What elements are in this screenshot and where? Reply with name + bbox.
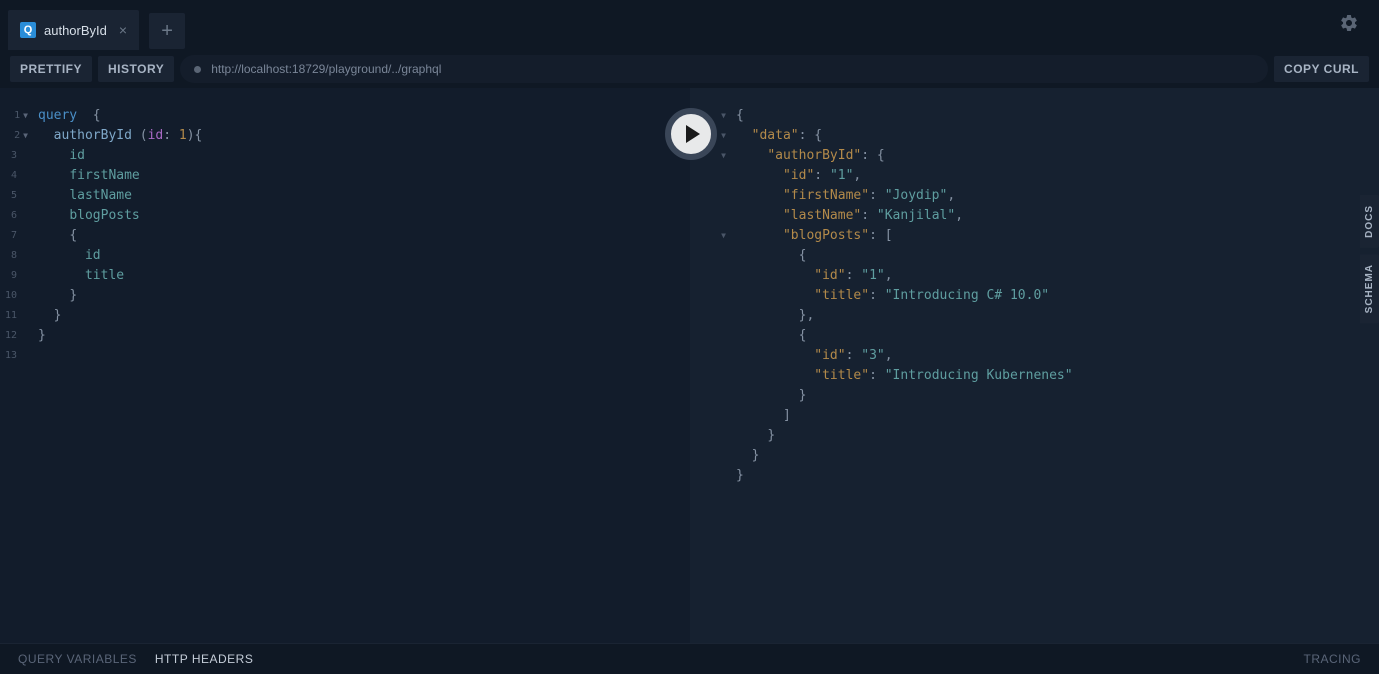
http-headers-tab[interactable]: HTTP HEADERS	[155, 652, 253, 666]
bottom-bar: QUERY VARIABLES HTTP HEADERS TRACING	[0, 643, 1379, 674]
main-area: 1▼ 2▼ 3 4 5 6 7 8 9 10 11 12 13 query { …	[0, 88, 1379, 643]
docs-tab[interactable]: DOCS	[1360, 195, 1379, 248]
query-editor[interactable]: 1▼ 2▼ 3 4 5 6 7 8 9 10 11 12 13 query { …	[0, 88, 690, 643]
url-text: http://localhost:18729/playground/../gra…	[211, 62, 441, 76]
tab-label: authorById	[44, 23, 107, 38]
url-input[interactable]: http://localhost:18729/playground/../gra…	[180, 55, 1268, 83]
side-tabs: DOCS SCHEMA	[1360, 195, 1379, 323]
schema-tab[interactable]: SCHEMA	[1360, 254, 1379, 323]
play-icon	[686, 125, 700, 143]
close-icon[interactable]: ×	[119, 22, 127, 38]
history-button[interactable]: HISTORY	[98, 56, 174, 82]
prettify-button[interactable]: PRETTIFY	[10, 56, 92, 82]
query-code[interactable]: query { authorById (id: 1){ id firstName…	[32, 106, 202, 643]
tracing-tab[interactable]: TRACING	[1304, 652, 1362, 666]
result-json: { "data": { "authorById": { "id": "1", "…	[732, 106, 1073, 643]
result-gutter: ▼ ▼ ▼ ▼	[690, 106, 732, 643]
line-gutter: 1▼ 2▼ 3 4 5 6 7 8 9 10 11 12 13	[0, 106, 32, 643]
toolbar: PRETTIFY HISTORY http://localhost:18729/…	[0, 50, 1379, 88]
top-bar: Q authorById × +	[0, 0, 1379, 50]
gear-icon[interactable]	[1339, 13, 1359, 38]
copy-curl-button[interactable]: COPY CURL	[1274, 56, 1369, 82]
query-variables-tab[interactable]: QUERY VARIABLES	[18, 652, 137, 666]
tab-authorById[interactable]: Q authorById ×	[8, 10, 139, 50]
status-dot-icon	[194, 66, 201, 73]
new-tab-button[interactable]: +	[149, 13, 185, 49]
result-viewer[interactable]: ▼ ▼ ▼ ▼ { "data": { "authorById": {	[690, 88, 1379, 643]
execute-button[interactable]	[665, 108, 717, 160]
query-icon: Q	[20, 22, 36, 38]
